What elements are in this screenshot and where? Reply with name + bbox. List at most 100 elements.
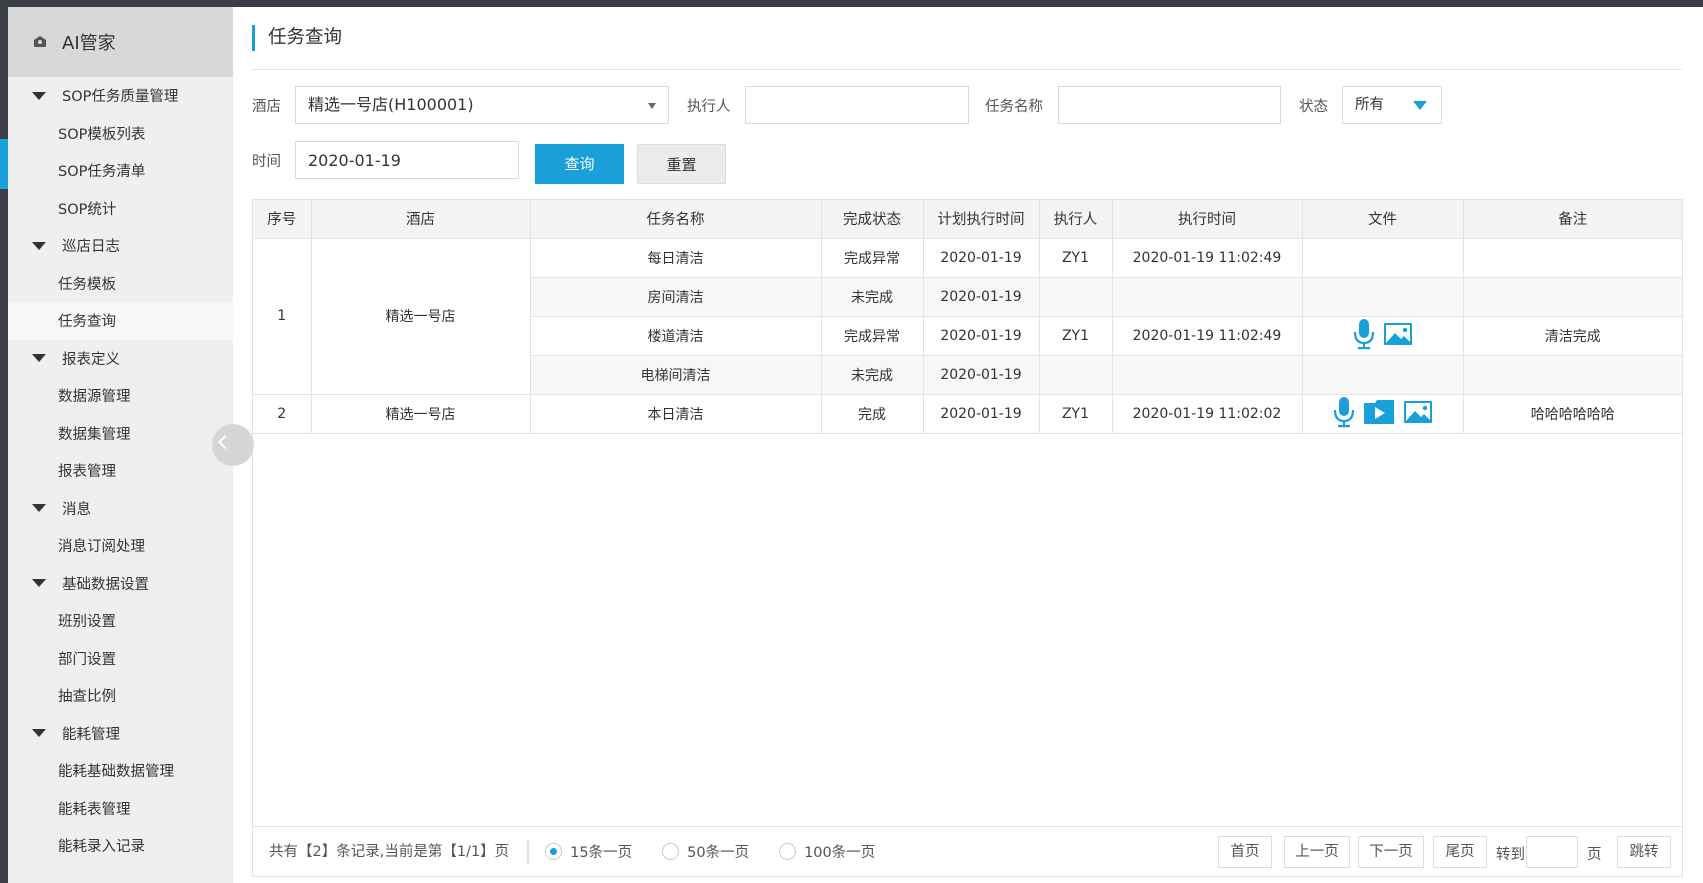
next-page-button[interactable]: 下一页 (1358, 836, 1424, 868)
row-index-cell: 2 (253, 394, 312, 434)
sidebar-item-label: SOP统计 (58, 201, 117, 218)
sidebar-group-13[interactable]: 基础数据设置 (8, 565, 233, 603)
sidebar-item-8[interactable]: 数据源管理 (8, 377, 233, 415)
video-icon[interactable] (1363, 398, 1395, 430)
left-edge-accent (0, 139, 8, 189)
radio-dot[interactable] (779, 843, 797, 860)
executor-cell (1039, 277, 1113, 317)
sidebar-item-18[interactable]: 能耗基础数据管理 (8, 752, 233, 790)
first-page-button[interactable]: 首页 (1218, 836, 1272, 868)
sidebar-item-9[interactable]: 数据集管理 (8, 415, 233, 453)
sidebar-item-2[interactable]: SOP任务清单 (8, 152, 233, 190)
sidebar-group-4[interactable]: 巡店日志 (8, 227, 233, 265)
table-row: 1 精选一号店 每日清洁 完成异常 2020-01-19 ZY1 2020-01-19 11… (253, 238, 1682, 395)
left-edge-bar (0, 7, 8, 883)
task-name-cell: 本日清洁 (530, 394, 822, 434)
note-cell (1463, 277, 1682, 317)
files-cell (1302, 394, 1464, 434)
date-input[interactable] (295, 141, 519, 179)
sidebar-item-1[interactable]: SOP模板列表 (8, 115, 233, 153)
sidebar-item-label: 报表管理 (58, 464, 116, 481)
table-footer: 共有【2】条记录,当前是第【1/1】页 15条一页 50条一页 100条一页 首页 … (253, 826, 1682, 876)
sidebar-item-label: 数据源管理 (58, 389, 131, 406)
time-label: 时间 (252, 154, 281, 170)
executor-input[interactable] (745, 86, 969, 124)
files-cell (1302, 316, 1464, 356)
image-icon[interactable] (1383, 322, 1413, 350)
main-content: 任务查询 酒店 精选一号店(H100001) 执行人 任务名称 状态 所有 时间… (233, 7, 1703, 883)
page-size-label: 15条一页 (570, 845, 633, 861)
sidebar-item-label: SOP任务清单 (58, 164, 146, 181)
page-size-radio[interactable]: 15条一页 (545, 841, 632, 862)
app-title: AI管家 (62, 33, 116, 54)
sidebar: AI管家 SOP任务质量管理 SOP模板列表 SOP任务清单 SOP统计巡店日志任务模… (8, 7, 233, 883)
hotel-select[interactable]: 精选一号店(H100001) (295, 86, 669, 124)
status-cell: 完成异常 (821, 316, 924, 356)
sidebar-item-20[interactable]: 能耗录入记录 (8, 827, 233, 865)
executor-label: 执行人 (687, 99, 731, 115)
microphone-icon[interactable] (1333, 396, 1355, 432)
exec-time-cell: 2020-01-19 11:02:49 (1112, 316, 1303, 356)
exec-time-cell: 2020-01-19 11:02:49 (1112, 238, 1303, 278)
prev-page-button[interactable]: 上一页 (1284, 836, 1350, 868)
plan-time-cell: 2020-01-19 (923, 394, 1040, 434)
chevron-down-icon (648, 103, 656, 109)
page-size-radio[interactable]: 100条一页 (779, 841, 875, 862)
sidebar-item-3[interactable]: SOP统计 (8, 190, 233, 228)
reset-button[interactable]: 重置 (637, 144, 726, 184)
task-name-input[interactable] (1058, 86, 1281, 124)
column-header: 计划执行时间 (923, 200, 1040, 239)
goto-page-input[interactable] (1526, 836, 1578, 868)
caret-down-icon (32, 579, 46, 588)
column-header: 序号 (253, 200, 312, 239)
column-header: 执行人 (1039, 200, 1113, 239)
sidebar-item-15[interactable]: 部门设置 (8, 640, 233, 678)
page-size-radio[interactable]: 50条一页 (662, 841, 749, 862)
radio-dot[interactable] (545, 843, 563, 860)
sidebar-item-label: 抽查比例 (58, 689, 116, 706)
last-page-button[interactable]: 尾页 (1433, 836, 1487, 868)
sidebar-collapse-button[interactable] (212, 424, 254, 466)
hotel-label: 酒店 (252, 99, 281, 115)
sidebar-item-16[interactable]: 抽查比例 (8, 677, 233, 715)
files-cell (1302, 355, 1464, 395)
sidebar-header: AI管家 (8, 7, 233, 77)
jump-button[interactable]: 跳转 (1617, 836, 1671, 868)
microphone-icon[interactable] (1353, 318, 1375, 354)
sidebar-group-0[interactable]: SOP任务质量管理 (8, 77, 233, 115)
column-header: 酒店 (311, 200, 531, 239)
note-cell (1463, 355, 1682, 395)
sidebar-item-label: 能耗基础数据管理 (58, 764, 174, 781)
hotel-cell: 精选一号店 (311, 394, 531, 434)
record-summary: 共有【2】条记录,当前是第【1/1】页 (253, 839, 530, 864)
sidebar-group-17[interactable]: 能耗管理 (8, 715, 233, 753)
sidebar-item-label: 任务模板 (58, 276, 116, 293)
page-size-options: 15条一页 50条一页 100条一页 (529, 841, 889, 862)
sidebar-item-12[interactable]: 消息订阅处理 (8, 527, 233, 565)
column-header: 任务名称 (530, 200, 822, 239)
exec-time-cell (1112, 277, 1303, 317)
status-select[interactable]: 所有 (1342, 86, 1442, 124)
note-cell: 清洁完成 (1463, 316, 1682, 356)
image-icon[interactable] (1403, 400, 1433, 428)
sidebar-item-6[interactable]: 任务查询 (8, 302, 233, 340)
sidebar-group-11[interactable]: 消息 (8, 490, 233, 528)
caret-down-icon (32, 91, 46, 100)
query-button[interactable]: 查询 (535, 144, 624, 184)
sidebar-item-19[interactable]: 能耗表管理 (8, 790, 233, 828)
sidebar-item-14[interactable]: 班别设置 (8, 602, 233, 640)
status-cell: 未完成 (821, 277, 924, 317)
exec-time-cell: 2020-01-19 11:02:02 (1112, 394, 1303, 434)
sidebar-item-label: 任务查询 (58, 314, 116, 331)
hotel-select-value: 精选一号店(H100001) (308, 95, 474, 114)
sidebar-item-label: SOP模板列表 (58, 126, 146, 143)
note-cell (1463, 238, 1682, 278)
caret-down-icon (32, 504, 46, 513)
chevron-left-icon (217, 434, 233, 450)
radio-dot[interactable] (662, 843, 680, 860)
sidebar-group-7[interactable]: 报表定义 (8, 340, 233, 378)
sidebar-item-5[interactable]: 任务模板 (8, 265, 233, 303)
sidebar-item-label: 能耗管理 (62, 726, 120, 743)
sidebar-item-10[interactable]: 报表管理 (8, 452, 233, 490)
page-title: 任务查询 (252, 25, 342, 51)
